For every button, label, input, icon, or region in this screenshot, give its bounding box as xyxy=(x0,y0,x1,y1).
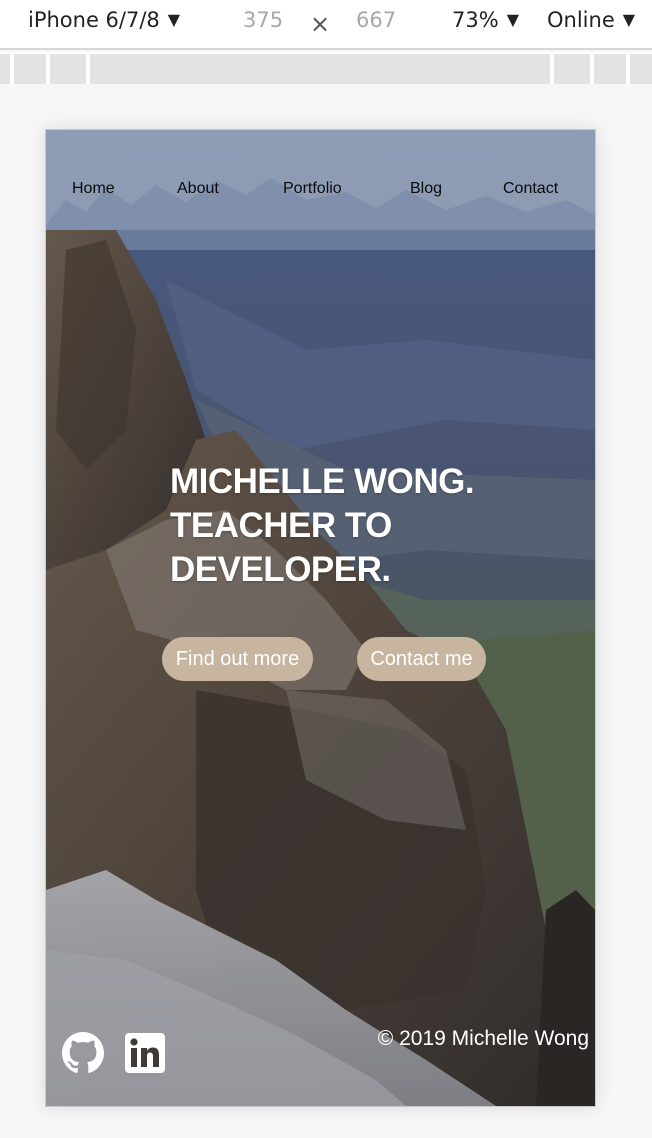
nav-link-blog[interactable]: Blog xyxy=(410,180,442,198)
dimension-separator-icon: × xyxy=(310,10,331,38)
media-query-segment[interactable] xyxy=(554,54,590,84)
media-query-bar xyxy=(0,52,652,84)
headline-line: TEACHER TO xyxy=(170,506,392,545)
top-nav: Home About Portfolio Blog Contact xyxy=(46,130,595,230)
nav-link-about[interactable]: About xyxy=(177,180,219,198)
headline-line: DEVELOPER. xyxy=(170,550,391,589)
throttle-label: Online xyxy=(547,8,615,32)
zoom-caret-icon: ▼ xyxy=(506,10,519,29)
device-label: iPhone 6/7/8 xyxy=(28,8,160,32)
nav-link-portfolio[interactable]: Portfolio xyxy=(283,180,342,198)
nav-link-contact[interactable]: Contact xyxy=(503,180,558,198)
hero-headline: MICHELLE WONG. TEACHER TO DEVELOPER. xyxy=(170,460,580,592)
github-icon[interactable] xyxy=(62,1032,104,1074)
media-query-segment[interactable] xyxy=(594,54,626,84)
zoom-label: 73% xyxy=(452,8,499,32)
headline-line: MICHELLE WONG. xyxy=(170,462,475,501)
media-query-segment[interactable] xyxy=(50,54,86,84)
throttle-select[interactable]: Online ▼ xyxy=(547,8,635,32)
height-field[interactable]: 667 xyxy=(356,8,396,32)
media-query-segment[interactable] xyxy=(14,54,46,84)
find-out-more-button[interactable]: Find out more xyxy=(162,637,313,681)
device-toolbar: iPhone 6/7/8 ▼ 375 × 667 73% ▼ Online ▼ xyxy=(0,0,652,50)
contact-me-button[interactable]: Contact me xyxy=(357,637,486,681)
device-viewport: Home About Portfolio Blog Contact MICHEL… xyxy=(45,129,596,1107)
linkedin-icon[interactable] xyxy=(124,1032,166,1074)
zoom-select[interactable]: 73% ▼ xyxy=(452,8,519,32)
width-field[interactable]: 375 xyxy=(243,8,283,32)
device-caret-icon: ▼ xyxy=(167,10,181,29)
media-query-segment[interactable] xyxy=(630,54,652,84)
mountain-background-image xyxy=(46,130,595,1106)
media-query-segment[interactable] xyxy=(90,54,550,84)
throttle-caret-icon: ▼ xyxy=(622,10,636,29)
nav-link-home[interactable]: Home xyxy=(72,180,115,198)
media-query-segment[interactable] xyxy=(0,54,10,84)
copyright-text: © 2019 Michelle Wong xyxy=(377,1027,589,1050)
device-select[interactable]: iPhone 6/7/8 ▼ xyxy=(28,8,180,32)
